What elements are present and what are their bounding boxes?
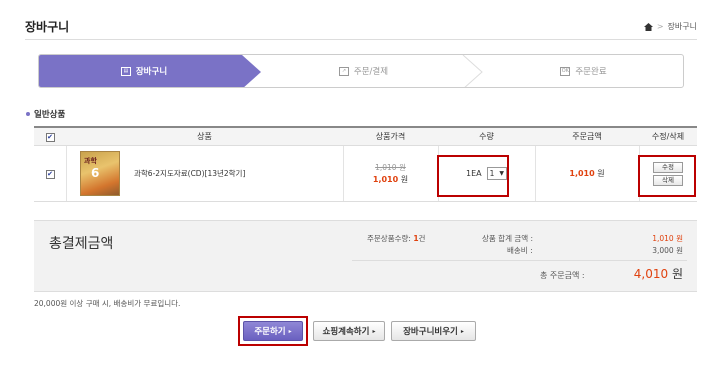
- select-all-checkbox[interactable]: ✔: [45, 132, 55, 142]
- total-unit: 원: [671, 267, 683, 281]
- cart-icon: ▤: [120, 66, 131, 76]
- table-header: ✔ 상품 상품가격 수량 주문금액 수정/삭제: [34, 126, 697, 146]
- header-quantity: 수량: [479, 132, 494, 141]
- shipping-value: 3,000 원: [652, 246, 683, 255]
- summary-title: 총결제금액: [49, 236, 114, 252]
- order-amount-unit: 원: [597, 169, 605, 178]
- product-thumbnail[interactable]: 과학 6: [80, 151, 120, 196]
- ok-icon: OK: [560, 66, 571, 76]
- continue-shopping-label: 쇼핑계속하기: [322, 327, 370, 337]
- product-name[interactable]: 과학6-2지도자료(CD)[13년2학기]: [134, 168, 245, 179]
- step-checkout: ↗ 주문/결제: [261, 55, 466, 87]
- edit-icon: ↗: [338, 66, 349, 76]
- thumbnail-grade: 6: [91, 166, 100, 180]
- order-amount: 1,010: [569, 169, 595, 178]
- title-divider: [25, 39, 697, 40]
- sale-price-unit: 원: [400, 174, 409, 184]
- breadcrumb-current[interactable]: 장바구니: [668, 21, 697, 32]
- home-icon[interactable]: [643, 22, 653, 31]
- item-count-label: 주문상품수량:: [367, 234, 411, 243]
- header-price: 상품가격: [375, 132, 406, 141]
- header-edit-delete: 수정/삭제: [651, 132, 685, 141]
- section-label: 일반상품: [34, 110, 66, 120]
- step-complete: OK 주문완료: [482, 55, 683, 87]
- row-checkbox[interactable]: ✔: [45, 169, 55, 179]
- summary-divider: [352, 260, 687, 261]
- header-product: 상품: [197, 132, 212, 141]
- arrow-right-icon: ▸: [460, 327, 464, 335]
- step-checkout-label: 주문/결제: [353, 67, 389, 77]
- order-summary: 총결제금액 주문상품수량: 1건 상품 합계 금액 : 1,010 원 배송비 …: [34, 220, 697, 292]
- section-title: 일반상품: [26, 108, 65, 120]
- original-price: 1,010 원: [375, 162, 406, 172]
- total-value: 4,010: [633, 267, 669, 281]
- edit-delete-highlight: [638, 155, 696, 197]
- total-label: 총 주문금액 :: [540, 271, 585, 280]
- order-button-highlight: [238, 316, 308, 346]
- page-title: 장바구니: [25, 20, 70, 34]
- shipping-label: 배송비 :: [507, 246, 533, 255]
- bullet-icon: [26, 112, 30, 116]
- header-order-amount: 주문금액: [572, 132, 602, 141]
- cart-table: ✔ 상품 상품가격 수량 주문금액 수정/삭제 ✔ 과학 6 과학6-2지도자료…: [34, 126, 697, 202]
- item-count: 주문상품수량: 1건: [367, 233, 425, 244]
- clear-cart-button[interactable]: 장바구니비우기 ▸: [391, 321, 476, 341]
- table-row: ✔ 과학 6 과학6-2지도자료(CD)[13년2학기] 1,010 원 1,0…: [34, 146, 697, 202]
- step-cart-label: 장바구니: [135, 67, 168, 77]
- step-complete-label: 주문완료: [575, 67, 607, 77]
- step-cart: ▤ 장바구니: [39, 55, 249, 87]
- clear-cart-label: 장바구니비우기: [403, 327, 458, 337]
- subtotal-value: 1,010 원: [652, 234, 683, 243]
- arrow-right-icon: ▸: [372, 327, 376, 335]
- total-amount: 4,010 원: [634, 265, 683, 282]
- subtotal-label: 상품 합계 금액 :: [482, 234, 534, 243]
- shipping-note: 20,000원 이상 구매 시, 배송비가 무료입니다.: [34, 299, 181, 308]
- order-steps: ▤ 장바구니 ↗ 주문/결제 OK 주문완료: [38, 54, 684, 88]
- continue-shopping-button[interactable]: 쇼핑계속하기 ▸: [313, 321, 385, 341]
- item-count-unit: 건: [418, 234, 426, 243]
- thumbnail-title: 과학: [84, 157, 97, 165]
- sale-price: 1,010: [372, 174, 399, 184]
- breadcrumb: > 장바구니: [643, 21, 697, 32]
- breadcrumb-separator: >: [656, 22, 664, 31]
- quantity-highlight: [437, 155, 509, 197]
